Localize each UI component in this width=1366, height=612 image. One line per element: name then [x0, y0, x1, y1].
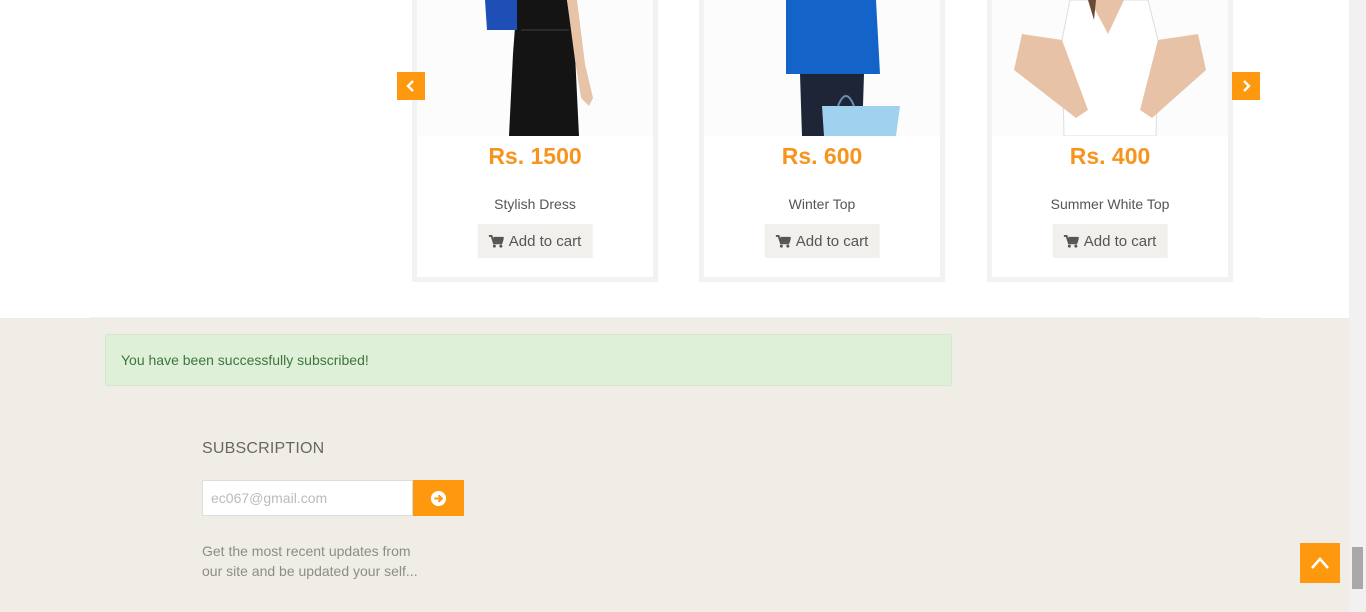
carousel-prev-button[interactable] [397, 72, 425, 100]
product-name: Stylish Dress [494, 196, 576, 212]
arrow-circle-right-icon [430, 490, 447, 506]
shopping-cart-icon [1063, 234, 1079, 248]
subscription-success-alert: You have been successfully subscribed! [105, 334, 952, 386]
chevron-up-icon [1311, 557, 1329, 569]
subscription-title: SUBSCRIPTION [202, 440, 325, 457]
add-to-cart-button[interactable]: Add to cart [1052, 224, 1168, 258]
add-to-cart-label: Add to cart [508, 232, 582, 250]
product-price: Rs. 600 [781, 143, 863, 169]
add-to-cart-button[interactable]: Add to cart [477, 224, 593, 258]
scroll-to-top-button[interactable] [1300, 543, 1340, 583]
add-to-cart-label: Add to cart [1083, 232, 1157, 250]
product-card: Rs. 600 Winter Top Add to cart [699, 0, 945, 282]
chevron-left-icon [406, 80, 414, 92]
carousel-next-button[interactable] [1232, 72, 1260, 100]
add-to-cart-label: Add to cart [795, 232, 869, 250]
shopping-cart-icon [775, 234, 791, 248]
subscription-email-input[interactable] [202, 480, 413, 516]
chevron-right-icon [1243, 80, 1251, 92]
product-image-winter-top [704, 0, 940, 136]
shopping-cart-icon [488, 234, 504, 248]
product-name: Winter Top [788, 196, 856, 212]
product-image-summer-white-top [992, 0, 1228, 136]
product-name: Summer White Top [1050, 196, 1170, 212]
product-card: Rs. 400 Summer White Top Add to cart [987, 0, 1233, 282]
recommended-items-section: Rs. 1500 Stylish Dress Add to cart Rs. 6… [0, 0, 1349, 318]
product-image-stylish-dress [417, 0, 653, 136]
page-scrollbar[interactable] [1349, 0, 1366, 612]
subscription-description: Get the most recent updates from our sit… [202, 543, 418, 579]
product-card: Rs. 1500 Stylish Dress Add to cart [412, 0, 658, 282]
product-price: Rs. 1500 [488, 143, 582, 169]
scrollbar-thumb[interactable] [1352, 547, 1363, 589]
add-to-cart-button[interactable]: Add to cart [764, 224, 880, 258]
product-price: Rs. 400 [1069, 143, 1151, 169]
subscribe-button[interactable] [413, 480, 464, 516]
